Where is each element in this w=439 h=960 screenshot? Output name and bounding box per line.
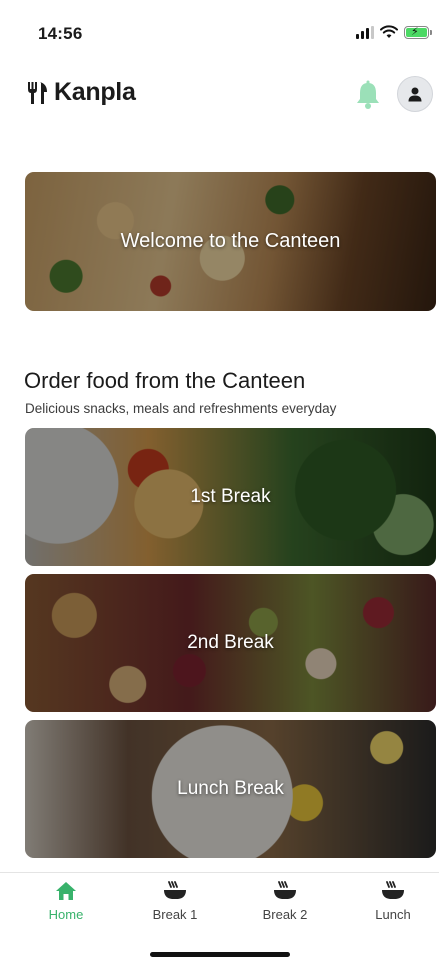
bowl-icon <box>274 881 296 899</box>
brand-logo[interactable]: Kanpla <box>26 78 136 107</box>
nav-label-break-1: Break 1 <box>152 907 198 922</box>
bowl-icon <box>164 881 186 899</box>
bottom-nav: Home Break 1 Break 2 Lunch <box>0 872 439 960</box>
nav-label-home: Home <box>48 907 84 922</box>
nav-label-break-2: Break 2 <box>262 907 308 922</box>
profile-avatar[interactable] <box>397 76 433 112</box>
welcome-banner-label: Welcome to the Canteen <box>120 230 341 252</box>
lunch-break-label: Lunch Break <box>177 778 284 799</box>
section-subtitle: Delicious snacks, meals and refreshments… <box>25 401 337 416</box>
second-break-card[interactable]: 2nd Break <box>25 574 436 712</box>
lunch-break-card[interactable]: Lunch Break <box>25 720 436 858</box>
second-break-label: 2nd Break <box>187 632 274 653</box>
nav-label-lunch: Lunch <box>375 907 411 922</box>
app-header: Kanpla <box>0 72 439 122</box>
nav-item-home[interactable]: Home <box>21 881 111 922</box>
nav-item-break-1[interactable]: Break 1 <box>130 881 220 922</box>
status-time: 14:56 <box>38 24 83 43</box>
battery-charging-icon: ⚡ <box>404 25 432 39</box>
nav-item-break-2[interactable]: Break 2 <box>240 881 330 922</box>
welcome-banner: Welcome to the Canteen <box>25 172 436 311</box>
first-break-card[interactable]: 1st Break <box>25 428 436 566</box>
bowl-icon <box>382 881 404 899</box>
wifi-icon <box>380 25 398 38</box>
bell-icon[interactable] <box>354 80 382 110</box>
fork-knife-icon <box>28 81 47 104</box>
section-title: Order food from the Canteen <box>24 368 306 393</box>
nav-item-lunch[interactable]: Lunch <box>348 881 438 922</box>
signal-icon <box>356 25 374 39</box>
user-icon <box>408 87 422 102</box>
status-bar: 14:56 ⚡ <box>0 0 439 60</box>
first-break-label: 1st Break <box>190 486 271 507</box>
home-icon <box>56 882 76 900</box>
status-icons: ⚡ <box>356 22 432 42</box>
home-indicator[interactable] <box>150 952 290 957</box>
brand-name: Kanpla <box>54 78 136 106</box>
canteen-home-screen: 14:56 ⚡ Kanpla Welcome to the Canteen Or… <box>0 0 439 960</box>
